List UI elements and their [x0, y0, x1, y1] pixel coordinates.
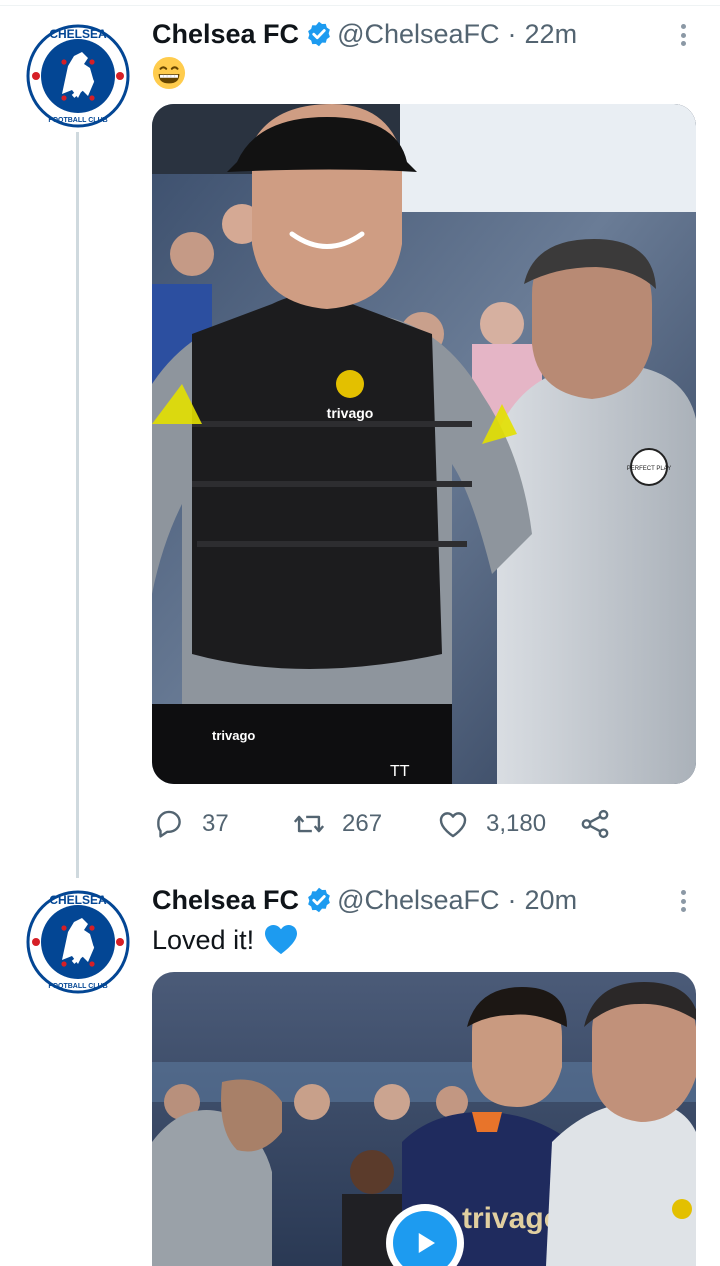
- retweet-button[interactable]: 267: [292, 804, 382, 844]
- tweet-2[interactable]: CHELSEA FOOTBALL CLUB Chelsea FC @Chelse…: [0, 870, 720, 1266]
- reply-button[interactable]: 37: [152, 804, 229, 844]
- shorts-sponsor-text: trivago: [212, 728, 255, 743]
- sleeve-badge-text: PERFECT PLAY: [627, 466, 671, 472]
- tweet-video[interactable]: trivago: [152, 972, 696, 1266]
- tweet-actions: 37 267 3,180: [152, 804, 632, 844]
- separator-dot: ·: [507, 18, 517, 49]
- retweet-count: 267: [342, 810, 383, 837]
- verified-badge-icon: [308, 887, 330, 913]
- tweet-text: Loved it!: [152, 920, 298, 960]
- like-button[interactable]: 3,180: [436, 804, 546, 844]
- avatar[interactable]: CHELSEA FOOTBALL CLUB: [24, 22, 132, 130]
- more-icon[interactable]: [676, 886, 690, 916]
- crest-top-text: CHELSEA: [49, 893, 107, 907]
- author-handle[interactable]: @ChelseaFC: [337, 19, 499, 50]
- chelsea-crest-icon: CHELSEA FOOTBALL CLUB: [26, 890, 130, 994]
- tweet-text: [152, 54, 186, 92]
- retweet-icon: [293, 815, 325, 833]
- tweet-1[interactable]: CHELSEA FOOTBALL CLUB Chelsea FC @Chelse…: [0, 0, 720, 870]
- tweet-text-content: Loved it!: [152, 924, 255, 955]
- play-icon: [418, 1233, 435, 1253]
- grinning-face-emoji-icon: [152, 56, 186, 90]
- avatar[interactable]: CHELSEA FOOTBALL CLUB: [24, 888, 132, 996]
- more-icon[interactable]: [676, 20, 690, 50]
- reply-icon: [157, 810, 181, 838]
- author-name[interactable]: Chelsea FC: [152, 885, 299, 916]
- sponsor-text: trivago: [327, 405, 374, 421]
- initials-text: TT: [390, 763, 410, 780]
- author-handle[interactable]: @ChelseaFC: [337, 885, 499, 916]
- tweet-header: Chelsea FC @ChelseaFC · 20m: [152, 880, 577, 920]
- photo-coach-smiling: PERFECT PLAY trivago trivago TT: [152, 104, 696, 784]
- separator-dot: ·: [507, 884, 517, 915]
- share-icon: [581, 809, 609, 839]
- crest-top-text: CHELSEA: [49, 27, 107, 41]
- like-count: 3,180: [486, 810, 547, 837]
- crest-bottom-text: FOOTBALL CLUB: [48, 117, 107, 124]
- tweet-photo[interactable]: PERFECT PLAY trivago trivago TT: [152, 104, 696, 784]
- video-sponsor-text: trivago: [462, 1202, 562, 1235]
- blue-heart-emoji-icon: [265, 924, 298, 955]
- like-icon: [439, 812, 467, 838]
- author-name[interactable]: Chelsea FC: [152, 19, 299, 50]
- crest-bottom-text: FOOTBALL CLUB: [48, 983, 107, 990]
- share-button[interactable]: [578, 804, 612, 844]
- tweet-header: Chelsea FC @ChelseaFC · 22m: [152, 14, 577, 54]
- timestamp[interactable]: 22m: [525, 19, 578, 50]
- verified-badge-icon: [308, 21, 330, 47]
- timestamp[interactable]: 20m: [525, 885, 578, 916]
- reply-count: 37: [202, 810, 229, 837]
- chelsea-crest-icon: CHELSEA FOOTBALL CLUB: [26, 24, 130, 128]
